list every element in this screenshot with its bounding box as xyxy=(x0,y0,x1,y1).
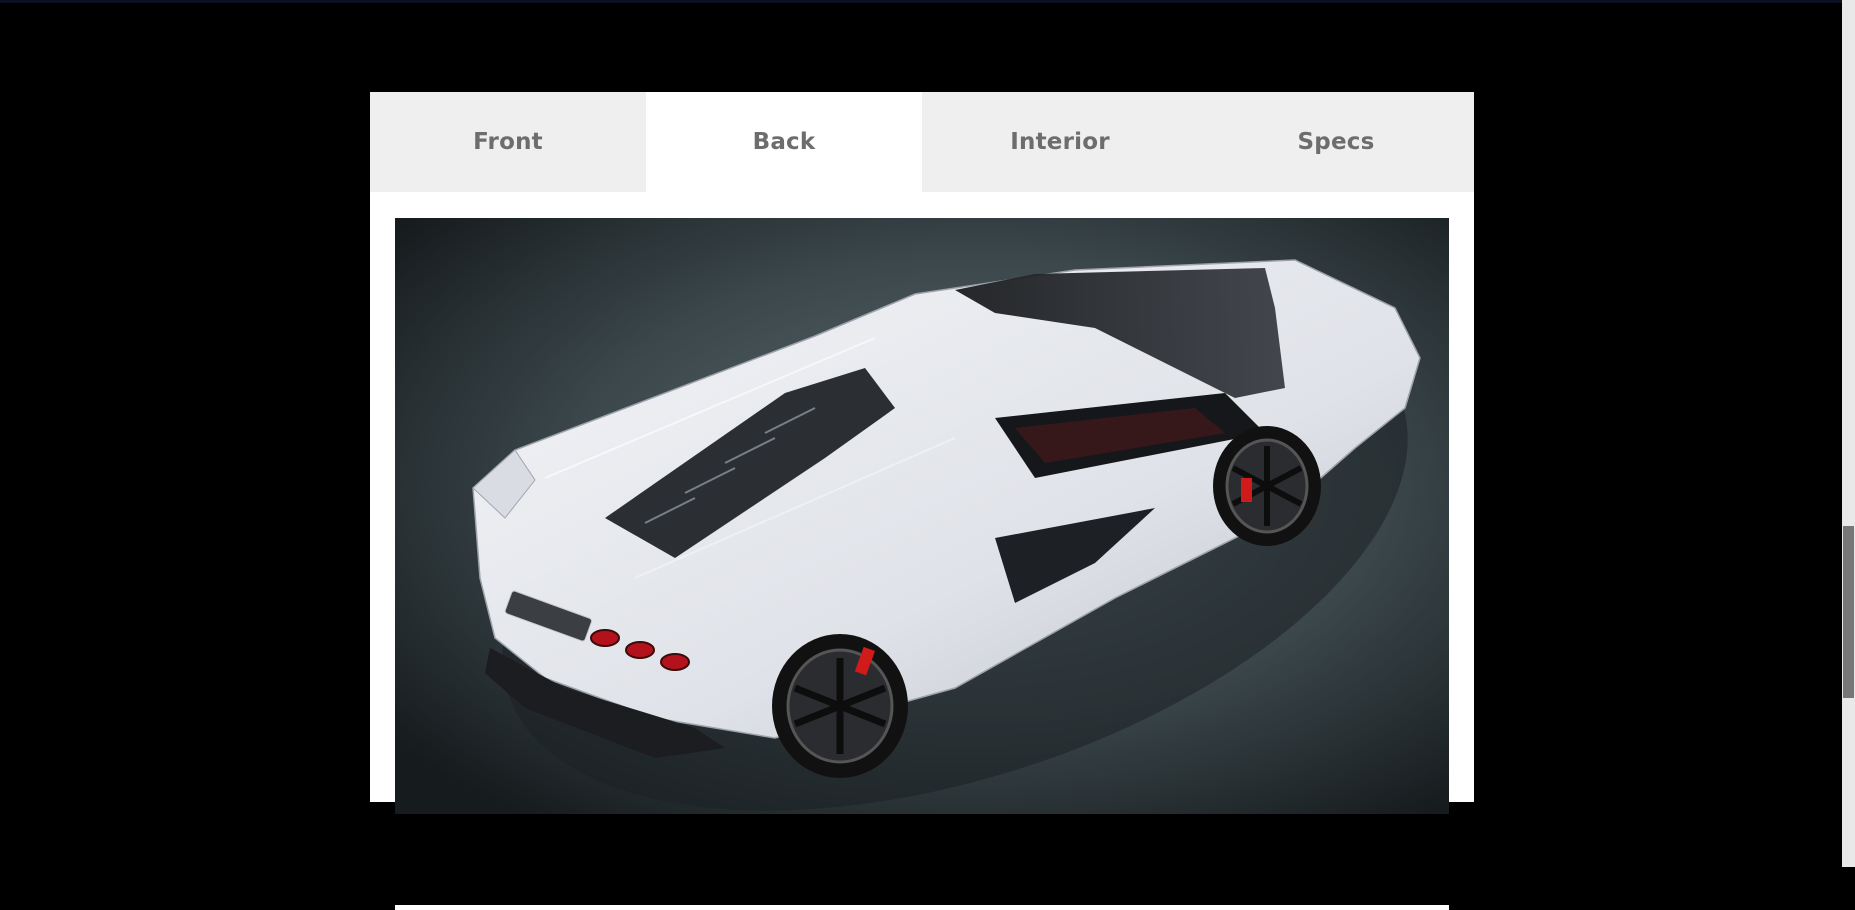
photo-underline xyxy=(395,905,1449,910)
page-scrollbar-thumb[interactable] xyxy=(1843,526,1854,698)
tab-back[interactable]: Back xyxy=(646,92,922,192)
car-photo xyxy=(395,218,1449,814)
tab-back-label: Back xyxy=(752,129,816,155)
page-scrollbar[interactable] xyxy=(1842,0,1855,867)
gallery-panel: Front Back Interior Specs xyxy=(370,92,1474,910)
tab-specs-label: Specs xyxy=(1297,129,1375,155)
tab-front[interactable]: Front xyxy=(370,92,646,192)
car-rear-view-image xyxy=(395,218,1449,814)
window-top-strip xyxy=(0,0,1855,3)
tab-interior[interactable]: Interior xyxy=(922,92,1198,192)
tab-front-label: Front xyxy=(473,129,543,155)
view-tabs: Front Back Interior Specs xyxy=(370,92,1474,192)
tab-specs[interactable]: Specs xyxy=(1198,92,1474,192)
front-wheel-icon xyxy=(1213,426,1321,546)
tab-interior-label: Interior xyxy=(1010,129,1110,155)
rear-wheel-icon xyxy=(772,634,908,778)
